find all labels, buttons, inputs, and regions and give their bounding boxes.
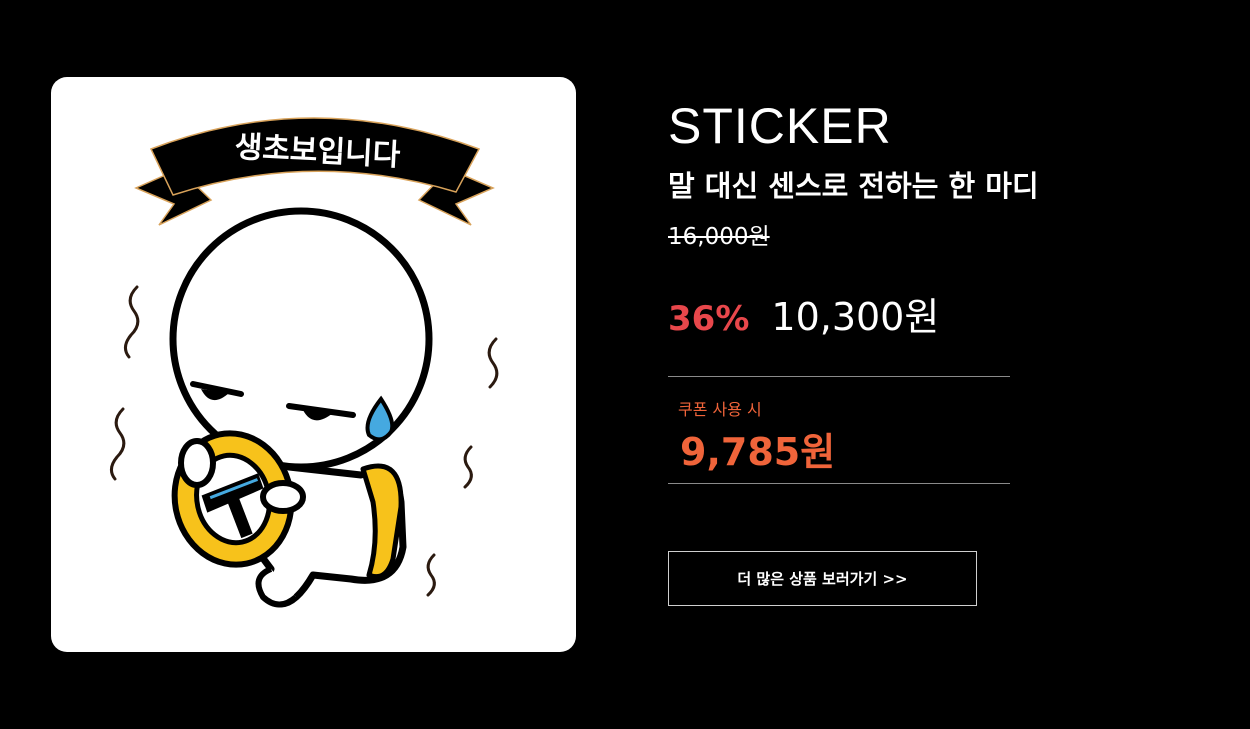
sticker-illustration: 생초보입니다 <box>110 117 499 608</box>
sale-price: 10,300원 <box>771 295 940 339</box>
more-products-button[interactable]: 더 많은 상품 보러가기 >> <box>668 551 977 606</box>
original-price: 16,000원 <box>668 224 770 250</box>
product-category: STICKER <box>668 98 892 154</box>
product-info: STICKER 말 대신 센스로 전하는 한 마디 16,000원 36% 10… <box>668 96 1188 606</box>
right-hand <box>260 480 306 514</box>
coupon-price-box: 쿠폰 사용 시 9,785원 <box>668 376 1010 484</box>
price-row: 36% 10,300원 <box>668 286 1188 341</box>
coupon-price: 9,785원 <box>680 430 836 474</box>
discount-rate: 36% <box>668 299 750 339</box>
product-image-card: 생초보입니다 <box>51 77 576 652</box>
left-hand <box>178 438 216 488</box>
coupon-label: 쿠폰 사용 시 <box>678 400 762 419</box>
product-headline: 말 대신 센스로 전하는 한 마디 <box>668 169 1039 203</box>
